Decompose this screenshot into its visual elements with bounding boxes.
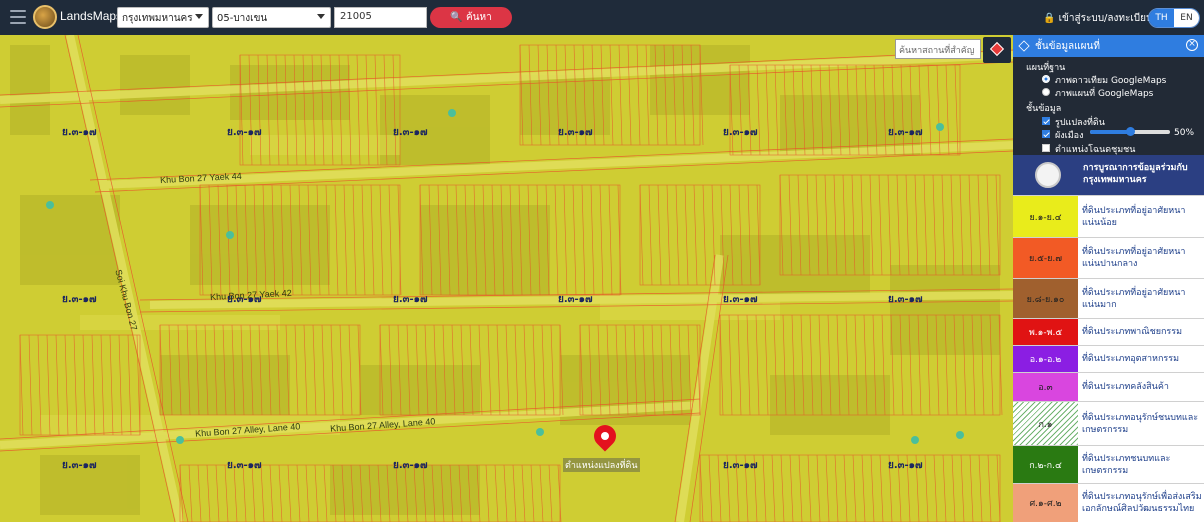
basemap-map-label: ภาพแผนที่ GoogleMaps: [1055, 89, 1154, 99]
search-button[interactable]: 🔍 ค้นหา: [430, 7, 512, 28]
chevron-down-icon: [195, 14, 203, 19]
zone-label: ย.๓-๑๗: [393, 294, 428, 305]
basemap-satellite-label: ภาพดาวเทียม GoogleMaps: [1055, 76, 1167, 86]
panel-title: ชั้นข้อมูลแผนที่: [1035, 41, 1100, 52]
parcel-layer-checkbox[interactable]: [1042, 117, 1050, 125]
lang-en[interactable]: EN: [1174, 9, 1199, 27]
legend-item: ย.๕-ย.๗ ที่ดินประเภทที่อยู่อาศัยหนาแน่นปา…: [1013, 237, 1204, 278]
opacity-slider-fill: [1090, 130, 1130, 134]
legend-label: ที่ดินประเภทพาณิชยกรรม: [1082, 327, 1183, 337]
pin-label: ตำแหน่งแปลงที่ดิน: [563, 458, 640, 472]
legend-label: ที่ดินประเภทชนบทและเกษตรกรรม: [1082, 453, 1171, 476]
province-select[interactable]: กรุงเทพมหานคร: [117, 7, 209, 28]
language-toggle[interactable]: TH EN: [1148, 8, 1200, 28]
layers-icon: [1018, 40, 1030, 52]
legend-label: ที่ดินประเภทที่อยู่อาศัยหนาแน่นมาก: [1082, 287, 1186, 310]
legend-item: ศ.๑-ศ.๒ ที่ดินประเภทอนุรักษ์เพื่อส่งเสริม…: [1013, 483, 1204, 522]
landsmaps-logo: [33, 5, 57, 29]
menu-icon[interactable]: [10, 10, 26, 24]
legend-item: ย.๑-ย.๔ ที่ดินประเภทที่อยู่อาศัยหนาแน่นน้…: [1013, 195, 1204, 237]
cityplan-layer-checkbox[interactable]: [1042, 130, 1050, 138]
legend-item: อ.๑-อ.๒ ที่ดินประเภทอุตสาหกรรม: [1013, 345, 1204, 372]
zone-label: ย.๓-๑๗: [227, 460, 262, 471]
opacity-slider-handle[interactable]: [1126, 127, 1135, 136]
legend-label: ที่ดินประเภทที่อยู่อาศัยหนาแน่นปานกลาง: [1082, 247, 1186, 269]
legend-swatch: ย.๑-ย.๔: [1013, 196, 1078, 237]
legend-swatch: ย.๘-ย.๑๐: [1013, 279, 1078, 318]
basemap-satellite-radio[interactable]: [1042, 75, 1050, 83]
zone-label: ย.๓-๑๗: [888, 127, 923, 138]
legend-label: ที่ดินประเภทอนุรักษ์ชนบทและเกษตรกรรม: [1082, 412, 1199, 435]
zone-label: ย.๓-๑๗: [558, 127, 593, 138]
legend-label: ที่ดินประเภทอนุรักษ์เพื่อส่งเสริมเอกลักษ…: [1082, 492, 1202, 514]
district-select[interactable]: 05-บางเขน: [212, 7, 331, 28]
map-layer: [0, 35, 1013, 522]
layers-icon: [989, 41, 1005, 57]
legend-swatch: อ.๑-อ.๒: [1013, 346, 1078, 372]
parcel-layer-label: รูปแปลงที่ดิน: [1055, 118, 1105, 128]
legend-header-text: การบูรณาการข้อมูลร่วมกับ กรุงเทพมหานคร: [1083, 163, 1188, 185]
opacity-slider[interactable]: [1090, 127, 1170, 136]
zone-label: ย.๓-๑๗: [62, 127, 97, 138]
zone-label: ย.๓-๑๗: [888, 460, 923, 471]
legend-swatch: อ.๓: [1013, 373, 1078, 401]
zone-label: ย.๓-๑๗: [62, 294, 97, 305]
zone-label: ย.๓-๑๗: [723, 294, 758, 305]
login-link[interactable]: 🔒 เข้าสู่ระบบ/ลงทะเบียน: [1043, 11, 1153, 26]
legend-swatch: พ.๑-พ.๕: [1013, 319, 1078, 345]
map-canvas[interactable]: ย.๓-๑๗ ย.๓-๑๗ ย.๓-๑๗ ย.๓-๑๗ ย.๓-๑๗ ย.๓-๑…: [0, 35, 1013, 522]
zone-label: ย.๓-๑๗: [558, 294, 593, 305]
legend-swatch: ก.๑: [1013, 402, 1078, 445]
legend-item: ก.๒-ก.๔ ที่ดินประเภทชนบทและเกษตรกรรม: [1013, 445, 1204, 483]
legend-header: การบูรณาการข้อมูลร่วมกับ กรุงเทพมหานคร: [1013, 155, 1204, 195]
zone-label: ย.๓-๑๗: [888, 294, 923, 305]
zone-label: ย.๓-๑๗: [393, 460, 428, 471]
close-icon[interactable]: ×: [1186, 39, 1198, 51]
community-deed-label: ตำแหน่งโฉนดชุมชน: [1055, 145, 1136, 155]
bma-seal-icon: [1035, 162, 1061, 188]
legend-swatch: ศ.๑-ศ.๒: [1013, 484, 1078, 522]
legend-swatch: ย.๕-ย.๗: [1013, 238, 1078, 278]
landmark-search-input[interactable]: ค้นหาสถานที่สำคัญ: [895, 39, 981, 59]
opacity-value: 50%: [1174, 128, 1195, 138]
legend-label: ที่ดินประเภทคลังสินค้า: [1082, 382, 1169, 392]
top-bar: LandsMaps กรุงเทพมหานคร 05-บางเขน 21005 …: [0, 0, 1204, 35]
legend-label: ที่ดินประเภทที่อยู่อาศัยหนาแน่นน้อย: [1082, 205, 1186, 228]
panel-header: ชั้นข้อมูลแผนที่ ×: [1013, 35, 1204, 57]
zone-label: ย.๓-๑๗: [723, 127, 758, 138]
legend-swatch: ก.๒-ก.๔: [1013, 446, 1078, 483]
legend-item: ก.๑ ที่ดินประเภทอนุรักษ์ชนบทและเกษตรกรรม: [1013, 401, 1204, 445]
layers-button[interactable]: [983, 37, 1011, 63]
layers-title: ชั้นข้อมูล: [1026, 104, 1062, 114]
zone-label: ย.๓-๑๗: [393, 127, 428, 138]
basemap-title: แผนที่ฐาน: [1026, 63, 1066, 73]
zone-label: ย.๓-๑๗: [723, 460, 758, 471]
cityplan-layer-label: ผังเมือง: [1055, 131, 1084, 141]
legend-label: ที่ดินประเภทอุตสาหกรรม: [1082, 354, 1180, 364]
basemap-map-radio[interactable]: [1042, 88, 1050, 96]
chevron-down-icon: [317, 14, 325, 19]
lang-th[interactable]: TH: [1149, 9, 1174, 27]
zone-label: ย.๓-๑๗: [62, 460, 97, 471]
legend-item: ย.๘-ย.๑๐ ที่ดินประเภทที่อยู่อาศัยหนาแน่นม…: [1013, 278, 1204, 318]
legend-item: อ.๓ ที่ดินประเภทคลังสินค้า: [1013, 372, 1204, 401]
app-title: LandsMaps: [60, 9, 123, 23]
community-deed-checkbox[interactable]: [1042, 144, 1050, 152]
zone-label: ย.๓-๑๗: [227, 127, 262, 138]
parcel-code-input[interactable]: 21005: [334, 7, 427, 28]
legend-item: พ.๑-พ.๕ ที่ดินประเภทพาณิชยกรรม: [1013, 318, 1204, 345]
